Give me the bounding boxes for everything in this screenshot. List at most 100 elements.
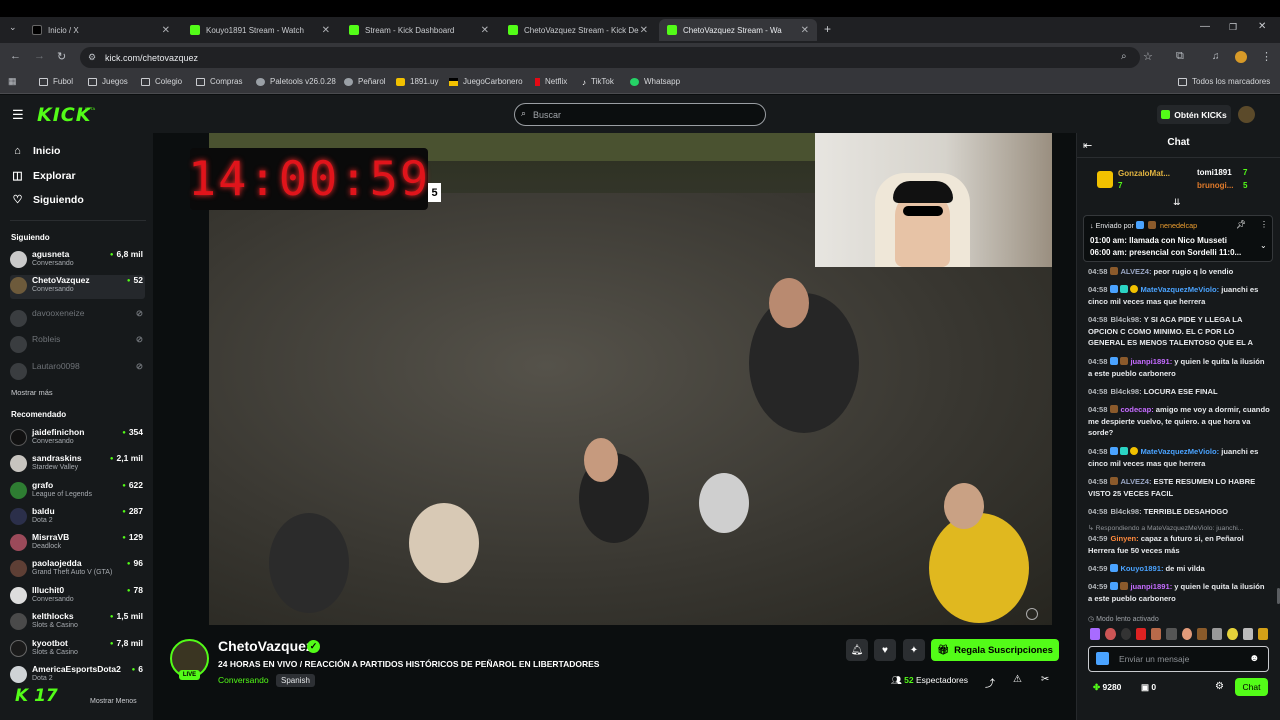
bookmark-1891uy[interactable]: 1891.uy: [396, 77, 438, 86]
emote-icon[interactable]: [1151, 628, 1162, 640]
chat-message[interactable]: 04:59 Ginyen: capaz a futuro si, en Peñaro…: [1088, 533, 1270, 556]
pinned-message[interactable]: ↓ Enviado por nenedelcap 📌︎ ⋮ 01:00 am: …: [1083, 215, 1273, 262]
expand-gifters-icon[interactable]: ⇊: [1173, 197, 1181, 208]
show-less-link[interactable]: Mostrar Menos: [90, 698, 137, 705]
send-chat-button[interactable]: Chat: [1235, 678, 1268, 696]
site-info-icon[interactable]: ⚙: [88, 52, 96, 63]
zoom-icon[interactable]: ⌕: [1121, 51, 1127, 62]
bookmark-tiktok[interactable]: ♪ TikTok: [582, 77, 614, 87]
address-bar[interactable]: kick.com/chetovazquez: [80, 47, 1140, 68]
bookmark-compras[interactable]: Compras: [196, 77, 242, 86]
fullscreen-icon[interactable]: [1026, 608, 1038, 620]
pin-icon[interactable]: 📌︎: [1236, 220, 1246, 229]
following-channel-selected[interactable]: ChetoVazquez Conversando 52: [10, 275, 145, 299]
bookmark-juegocarbonero[interactable]: JuegoCarbonero: [449, 77, 523, 86]
search-input[interactable]: Buscar: [514, 103, 766, 126]
close-icon[interactable]: ✕: [162, 25, 170, 36]
tab-chetovazquez-dash[interactable]: ChetoVazquez Stream - Kick De ✕: [500, 19, 656, 41]
emote-icon[interactable]: [1135, 628, 1146, 640]
recommended-channel[interactable]: MisrraVB Deadlock 129: [10, 532, 145, 556]
recommended-channel[interactable]: baldu Dota 2 287: [10, 506, 145, 530]
tab-chetovazquez-active[interactable]: ChetoVazquez Stream - Wa ✕: [659, 19, 817, 41]
chat-message[interactable]: 04:58 juanpi1891: y quien le quita la ilus…: [1088, 356, 1270, 379]
emote-icon[interactable]: [1105, 628, 1116, 640]
report-icon[interactable]: ⚠: [1013, 674, 1022, 685]
following-channel[interactable]: agusneta Conversando 6,8 mil: [10, 249, 145, 273]
recommended-channel[interactable]: AmericaEsportsDota2 Dota 2 6: [10, 664, 145, 688]
recommended-channel[interactable]: sandraskins Stardew Valley 2,1 mil: [10, 453, 145, 477]
more-options-icon[interactable]: ⋮: [1260, 220, 1268, 229]
following-channel-offline[interactable]: Lautaro0098 ⊘: [10, 361, 145, 385]
emote-icon[interactable]: [1166, 628, 1177, 640]
close-icon[interactable]: ✕: [481, 25, 489, 36]
reload-icon[interactable]: ↻: [57, 50, 66, 63]
emote-icon[interactable]: [1090, 628, 1101, 640]
minimize-button[interactable]: —: [1200, 21, 1210, 32]
follow-heart-button[interactable]: ♥: [874, 639, 896, 661]
restore-button[interactable]: ❐: [1229, 22, 1237, 33]
bookmark-juegos[interactable]: Juegos: [88, 77, 128, 86]
emote-icon[interactable]: [1212, 628, 1223, 640]
chat-message[interactable]: 04:58 ALVEZ4: peor rugio q lo vendio: [1088, 266, 1270, 278]
stream-category[interactable]: Conversando: [218, 675, 269, 685]
hamburger-menu-icon[interactable]: ☰: [12, 107, 24, 123]
get-kicks-button[interactable]: Obtén KICKs: [1157, 105, 1231, 124]
notification-bell-button[interactable]: 🔔︎: [846, 639, 868, 661]
bookmark-fubol[interactable]: Fubol: [39, 77, 73, 86]
streamer-name[interactable]: ChetoVazquez: [218, 638, 313, 654]
close-icon[interactable]: ✕: [640, 25, 648, 36]
top-gifter-name[interactable]: GonzaloMat...: [1118, 169, 1170, 178]
emote-icon[interactable]: [1227, 628, 1238, 640]
chat-message[interactable]: 04:58 MateVazquezMeViolo: juanchi es cinco…: [1088, 446, 1270, 469]
media-icon[interactable]: ♫: [1212, 51, 1220, 62]
emote-icon[interactable]: [1242, 628, 1253, 640]
emote-icon[interactable]: [1196, 628, 1207, 640]
chat-message[interactable]: 04:58 ALVEZ4: ESTE RESUMEN LO HABRE VISTO …: [1088, 476, 1270, 499]
chat-message-input[interactable]: Enviar un mensaje: [1088, 646, 1269, 672]
tab-dashboard[interactable]: Stream - Kick Dashboard ✕: [341, 19, 497, 41]
chat-message[interactable]: 04:59 juanpi1891: y quien le quita la ilus…: [1088, 581, 1270, 604]
gift-subscriptions-button[interactable]: 🎁︎ Regala Suscripciones: [931, 639, 1059, 661]
channel-points[interactable]: ✤ 9280: [1093, 682, 1121, 693]
nav-following[interactable]: ♡ Siguiendo: [11, 193, 84, 207]
star-icon[interactable]: ☆: [1143, 50, 1153, 63]
chat-message[interactable]: 04:58 Bl4ck98: Y SI ACA PIDE Y LLEGA LA OP…: [1088, 314, 1270, 349]
following-channel-offline[interactable]: Robleis ⊘: [10, 334, 145, 358]
identity-badge-icon[interactable]: [1096, 652, 1109, 665]
bookmark-paletools[interactable]: Paletools v26.0.28: [256, 77, 336, 86]
emote-icon[interactable]: [1181, 628, 1192, 640]
gifter-name[interactable]: brunogi...: [1197, 181, 1233, 190]
new-tab-button[interactable]: +: [824, 22, 831, 36]
recommended-channel[interactable]: Illuchit0 Conversando 78: [10, 585, 145, 609]
sparkle-button[interactable]: ✦: [903, 639, 925, 661]
all-bookmarks[interactable]: Todos los marcadores: [1178, 77, 1270, 86]
clip-icon[interactable]: ✂: [1041, 674, 1049, 685]
tab-search-icon[interactable]: ⌄: [9, 22, 17, 33]
extensions-icon[interactable]: ⧉: [1176, 50, 1184, 63]
close-icon[interactable]: ✕: [322, 25, 330, 36]
gifter-name[interactable]: tomi1891: [1197, 168, 1232, 177]
apps-icon[interactable]: ▦: [8, 76, 17, 87]
menu-icon[interactable]: ⋮: [1261, 50, 1272, 63]
emoji-icon[interactable]: ☻: [1249, 653, 1260, 664]
emote-icon[interactable]: [1120, 628, 1131, 640]
recommended-channel[interactable]: grafo League of Legends 622: [10, 480, 145, 504]
profile-avatar[interactable]: [1235, 51, 1247, 63]
recommended-channel[interactable]: paolaojedda Grand Theft Auto V (GTA) 96: [10, 558, 145, 582]
chat-message[interactable]: 04:58 Bl4ck98: LOCURA ESE FINAL: [1088, 386, 1270, 398]
window-close-button[interactable]: ✕: [1258, 21, 1266, 32]
nav-explore[interactable]: ◫ Explorar: [11, 169, 75, 183]
following-channel-offline[interactable]: davooxeneize ⊘: [10, 308, 145, 332]
bookmark-netflix[interactable]: Netflix: [535, 77, 567, 86]
kick-logo[interactable]: KICK: [37, 104, 91, 126]
chat-message[interactable]: 04:59 Kouyo1891: de mi vilda: [1088, 563, 1270, 575]
tab-kouyo[interactable]: Kouyo1891 Stream - Watch ✕: [182, 19, 338, 41]
chat-message[interactable]: 04:58 codecap: amigo me voy a dormir, cuan…: [1088, 404, 1270, 439]
chat-message[interactable]: 04:58 Bl4ck98: TERRIBLE DESAHOGO: [1088, 506, 1270, 518]
language-tag[interactable]: Spanish: [276, 674, 315, 687]
back-icon[interactable]: ←: [10, 50, 21, 62]
recommended-channel[interactable]: kelthlocks Slots & Casino 1,5 mil: [10, 611, 145, 635]
show-more-link[interactable]: Mostrar más: [11, 388, 53, 397]
forward-icon[interactable]: →: [34, 50, 45, 62]
share-icon[interactable]: ⤴: [985, 675, 995, 690]
